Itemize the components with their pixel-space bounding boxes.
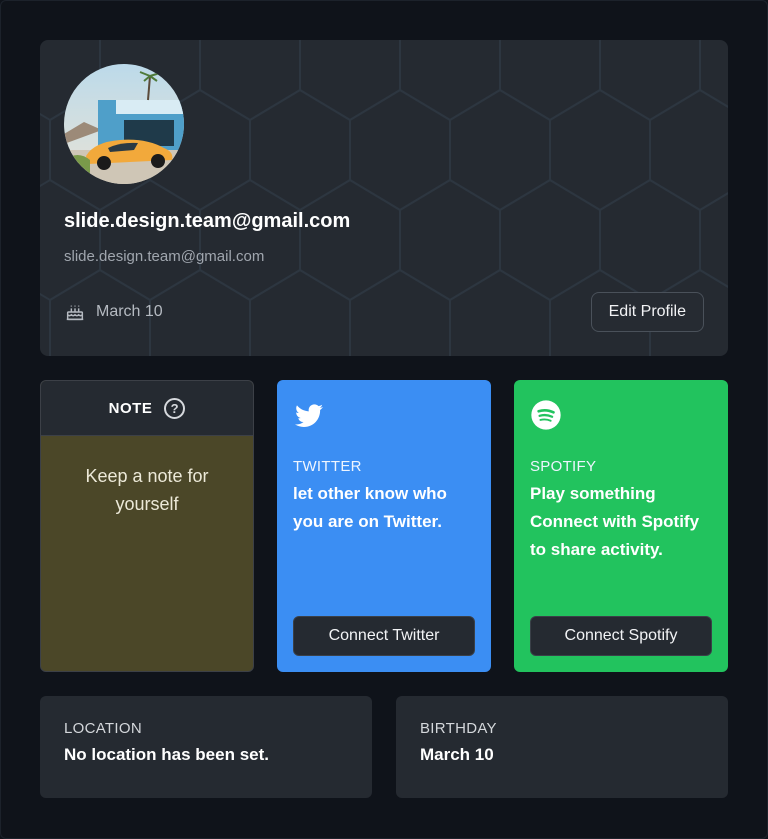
note-card: NOTE ? Keep a note for yourself [40,380,254,672]
spotify-card: SPOTIFY Play something Connect with Spot… [514,380,728,672]
spotify-label: SPOTIFY [530,458,597,475]
profile-card: slide.design.team@gmail.com slide.design… [40,40,728,356]
avatar[interactable] [64,64,184,184]
help-icon[interactable]: ? [164,397,186,419]
edit-profile-button[interactable]: Edit Profile [590,292,704,332]
cake-icon [66,305,84,321]
profile-birthday: March 10 [64,301,163,323]
location-value: No location has been set. [64,745,269,764]
birthday-label: BIRTHDAY [420,720,497,737]
location-card: LOCATION No location has been set. [40,696,372,798]
twitter-label: TWITTER [293,458,362,475]
connect-spotify-button[interactable]: Connect Spotify [530,616,712,656]
birthday-card: BIRTHDAY March 10 [396,696,728,798]
avatar-image [64,64,184,184]
connect-twitter-button[interactable]: Connect Twitter [293,616,475,656]
profile-birthday-text: March 10 [96,303,163,320]
spotify-description: Play something Connect with Spotify to s… [530,484,700,559]
note-input[interactable]: Keep a note for yourself [41,436,253,544]
twitter-description: let other know who you are on Twitter. [293,484,447,531]
location-label: LOCATION [64,720,142,737]
birthday-value: March 10 [420,745,494,764]
note-title: NOTE [108,399,153,417]
note-header: NOTE ? [41,381,253,436]
twitter-bird-icon [295,404,323,427]
profile-email: slide.design.team@gmail.com [64,248,265,265]
profile-display-name: slide.design.team@gmail.com [64,210,351,232]
twitter-card: TWITTER let other know who you are on Tw… [277,380,491,672]
spotify-icon [531,400,561,430]
